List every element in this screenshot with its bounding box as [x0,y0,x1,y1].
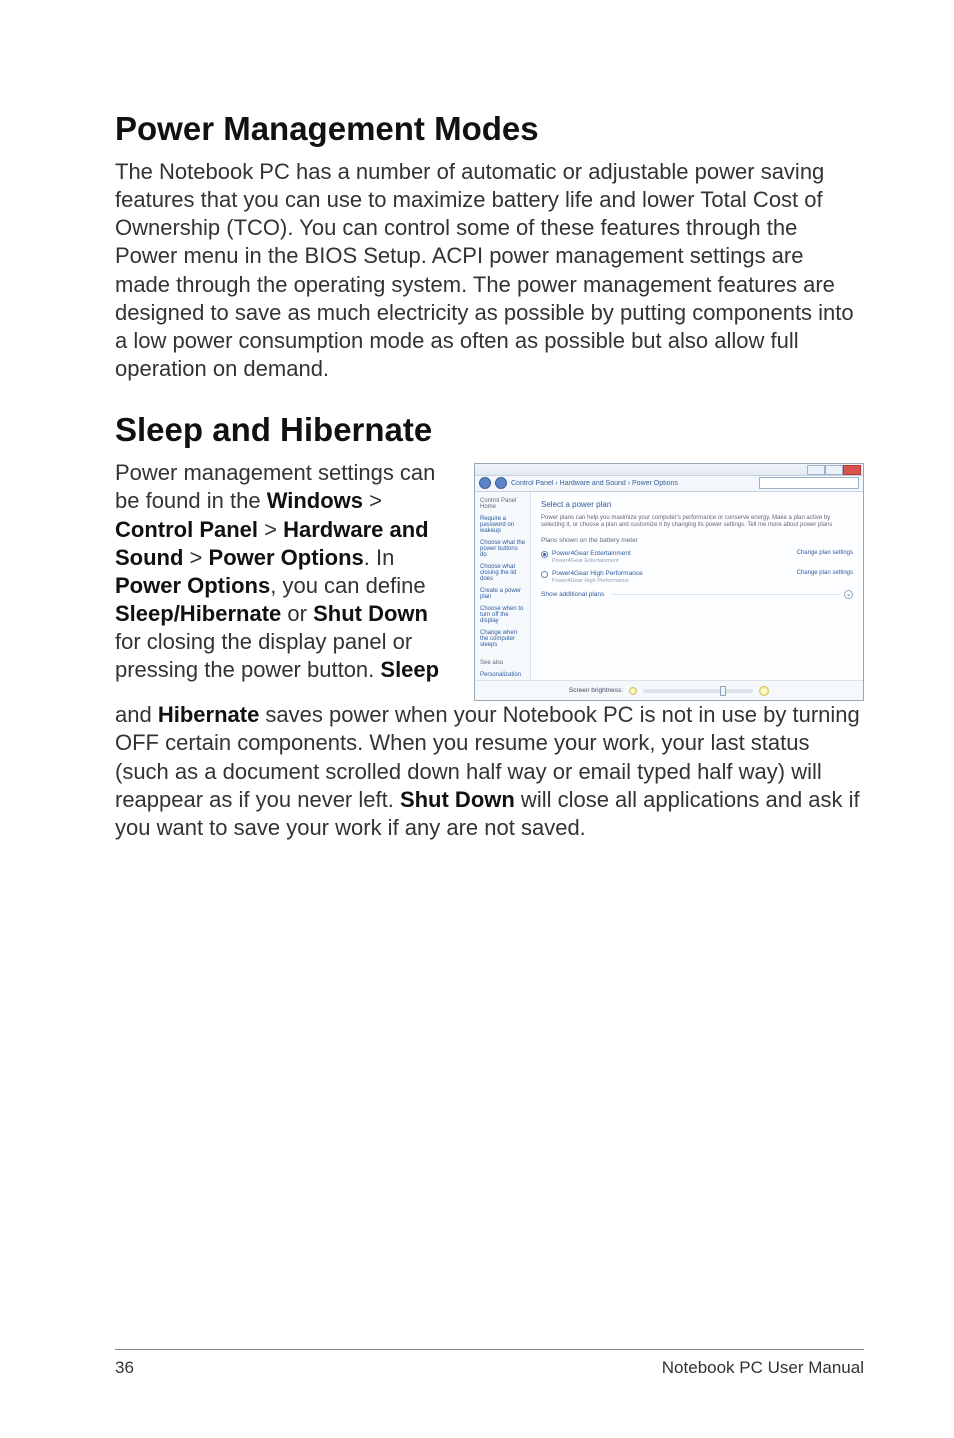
plan-row: Power4Gear High Performance Power4Gear H… [541,570,853,584]
text-fragment: . In [364,545,395,570]
bold-power-options: Power Options [209,545,364,570]
bold-sleep-hibernate: Sleep/Hibernate [115,601,281,626]
nav-back-icon[interactable] [479,477,491,489]
brightness-slider[interactable] [643,689,753,693]
window-maximize-button[interactable] [825,465,843,475]
main-description: Power plans can help you maximize your c… [541,515,853,529]
text-fragment: or [281,601,313,626]
text-fragment: for closing the display panel or pressin… [115,629,412,682]
sidebar-link[interactable]: Choose what closing the lid does [480,564,525,582]
window-titlebar [475,464,863,476]
section-heading-power-modes: Power Management Modes [115,110,864,148]
plan-name: Power4Gear High Performance [552,570,643,577]
brightness-label: Screen brightness: [569,687,623,694]
window-minimize-button[interactable] [807,465,825,475]
main-panel: Select a power plan Power plans can help… [531,492,863,680]
main-title: Select a power plan [541,500,853,509]
bold-control-panel: Control Panel [115,517,258,542]
sun-bright-icon [759,686,769,696]
show-more-label: Show additional plans [541,591,604,598]
breadcrumb[interactable]: Control Panel › Hardware and Sound › Pow… [511,480,755,487]
text-gt: > [363,488,382,513]
sidebar-see-also-header: See also [480,660,525,666]
show-additional-plans[interactable]: Show additional plans ⌄ [541,590,853,599]
sidebar-link[interactable]: Choose when to turn off the display [480,606,525,624]
window-close-button[interactable] [843,465,861,475]
plan-subtext: Power4Gear Entertainment [552,558,631,564]
plan-subtext: Power4Gear High Performance [552,578,643,584]
text-gt: > [258,517,283,542]
nav-forward-icon[interactable] [495,477,507,489]
section-body-power-modes: The Notebook PC has a number of automati… [115,158,864,383]
text-fragment: and [115,702,158,727]
sidebar-header: Control Panel Home [480,498,525,510]
plan-change-link[interactable]: Change plan settings [797,570,853,576]
plan-name: Power4Gear Entertainment [552,550,631,557]
sidebar-link[interactable]: Create a power plan [480,588,525,600]
sun-dim-icon [629,687,637,695]
slider-thumb[interactable] [720,686,726,696]
bold-sleep: Sleep [380,657,439,682]
page-number: 36 [115,1358,134,1378]
plan-row: Power4Gear Entertainment Power4Gear Ente… [541,550,853,564]
page-footer: 36 Notebook PC User Manual [115,1349,864,1378]
section-body-sleep-hibernate-left: Power management settings can be found i… [115,459,456,684]
bold-power-options-2: Power Options [115,573,270,598]
bold-shut-down: Shut Down [313,601,428,626]
plan-radio[interactable] [541,571,548,578]
search-input[interactable] [759,477,859,489]
sidebar-link[interactable]: Change when the computer sleeps [480,630,525,648]
figure-power-options-window: Control Panel › Hardware and Sound › Pow… [474,463,864,701]
sidebar: Control Panel Home Require a password on… [475,492,531,680]
sidebar-link[interactable]: Choose what the power buttons do [480,540,525,558]
chevron-down-icon[interactable]: ⌄ [844,590,853,599]
plan-radio[interactable] [541,551,548,558]
bold-windows: Windows [267,488,363,513]
text-gt: > [183,545,208,570]
plan-change-link[interactable]: Change plan settings [797,550,853,556]
text-fragment: , you can define [270,573,425,598]
sidebar-link[interactable]: Require a password on wakeup [480,516,525,534]
window-footer: Screen brightness: [475,680,863,700]
bold-shut-down-2: Shut Down [400,787,515,812]
sidebar-link[interactable]: Personalization [480,672,525,678]
plan-group-label: Plans shown on the battery meter [541,537,853,544]
bold-hibernate: Hibernate [158,702,259,727]
window-navbar: Control Panel › Hardware and Sound › Pow… [475,476,863,491]
section-body-sleep-hibernate-cont: and Hibernate saves power when your Note… [115,701,864,842]
manual-title: Notebook PC User Manual [662,1358,864,1378]
window-power-options: Control Panel › Hardware and Sound › Pow… [474,463,864,701]
section-heading-sleep-hibernate: Sleep and Hibernate [115,411,864,449]
